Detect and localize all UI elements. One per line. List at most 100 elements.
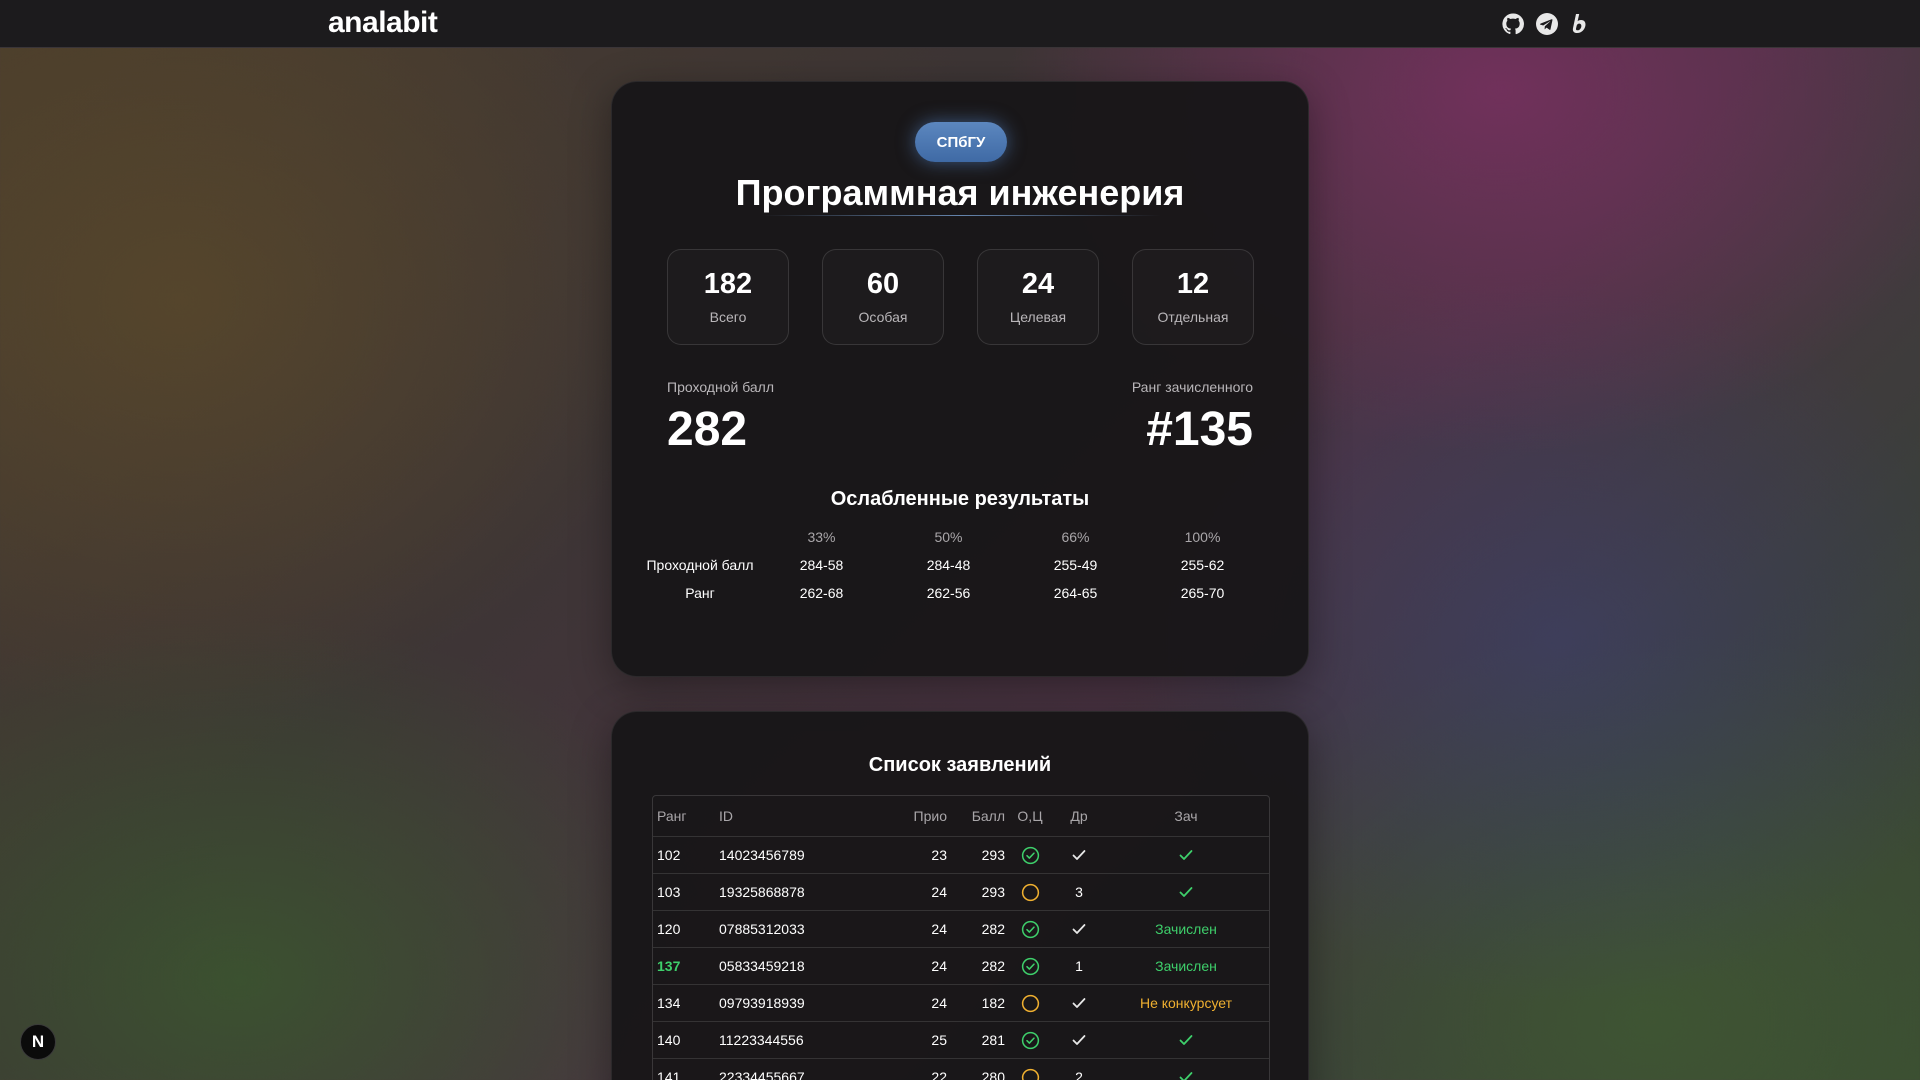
- stat-value: 24: [1021, 268, 1055, 300]
- check-circle-icon: [1007, 1022, 1053, 1058]
- table-row[interactable]: 141 22334455667 22 280 2: [653, 1059, 1269, 1080]
- brand-b-icon[interactable]: [1568, 11, 1594, 37]
- cell-rank: 102: [657, 847, 681, 863]
- weakened-header-row: 33% 50% 66% 100%: [642, 523, 1278, 551]
- cell-score: 182: [981, 995, 1005, 1011]
- table-row[interactable]: 103 19325868878 24 293 3: [653, 874, 1269, 911]
- header-priority[interactable]: Прио: [879, 796, 947, 836]
- table-row[interactable]: 140 11223344556 25 281: [653, 1022, 1269, 1059]
- weakened-row-rank: Ранг 262-68 262-56 264-65 265-70: [642, 579, 1278, 607]
- stat-special: 60 Особая: [822, 249, 944, 345]
- cell-rank: 140: [657, 1032, 681, 1048]
- weakened-cell: 262-68: [799, 585, 844, 601]
- weakened-cell: 284-48: [926, 557, 971, 573]
- weakened-cell: 255-49: [1053, 557, 1098, 573]
- university-badge[interactable]: СПбГУ: [915, 122, 1007, 162]
- cell-other: 3: [1075, 884, 1083, 900]
- header-rank[interactable]: Ранг: [657, 796, 713, 836]
- weakened-column-header: 100%: [1184, 529, 1221, 545]
- passing-score-value: 282: [667, 403, 748, 456]
- weakened-column-header: 50%: [934, 529, 963, 545]
- cell-id[interactable]: 14023456789: [719, 837, 879, 873]
- cell-id[interactable]: 22334455667: [719, 1059, 879, 1080]
- header-enrolled[interactable]: Зач: [1103, 796, 1269, 836]
- enrolled-rank-label: Ранг зачисленного: [1131, 379, 1253, 395]
- table-row[interactable]: 137 05833459218 24 282 1 Зачислен: [653, 948, 1269, 985]
- weakened-results-title: Ослабленные результаты: [830, 488, 1090, 510]
- applications-card: Список заявлений Ранг ID Прио Балл О,Ц Д…: [611, 711, 1309, 1080]
- social-links: [1500, 11, 1594, 37]
- github-icon[interactable]: [1500, 11, 1526, 37]
- stat-total: 182 Всего: [667, 249, 789, 345]
- applications-header-row: Ранг ID Прио Балл О,Ц Др Зач: [653, 796, 1269, 837]
- cell-score: 293: [981, 847, 1005, 863]
- stat-target: 24 Целевая: [977, 249, 1099, 345]
- cell-priority: 23: [931, 847, 947, 863]
- weakened-cell: 284-58: [799, 557, 844, 573]
- cell-rank: 134: [657, 995, 681, 1011]
- stat-label: Целевая: [1009, 309, 1067, 325]
- stat-value: 12: [1176, 268, 1210, 300]
- empty-circle-icon: [1007, 874, 1053, 910]
- cell-priority: 24: [931, 958, 947, 974]
- stat-label: Всего: [709, 309, 747, 325]
- cell-id[interactable]: 05833459218: [719, 948, 879, 984]
- weakened-cell: 264-65: [1053, 585, 1098, 601]
- stat-label: Отдельная: [1157, 309, 1229, 325]
- check-icon: [1103, 1059, 1269, 1080]
- enrollment-status: Зачислен: [1155, 958, 1217, 974]
- cell-rank: 103: [657, 884, 681, 900]
- header-oc[interactable]: О,Ц: [1007, 796, 1053, 836]
- stat-separate: 12 Отдельная: [1132, 249, 1254, 345]
- cell-rank: 141: [657, 1069, 681, 1080]
- cell-id[interactable]: 11223344556: [719, 1022, 879, 1058]
- cell-priority: 24: [931, 921, 947, 937]
- table-row[interactable]: 134 09793918939 24 182 Не конкурсует: [653, 985, 1269, 1022]
- program-card: СПбГУ Программная инженерия 182 Всего 60…: [611, 81, 1309, 677]
- weakened-column-header: 33%: [807, 529, 836, 545]
- table-row[interactable]: 120 07885312033 24 282 Зачислен: [653, 911, 1269, 948]
- logo[interactable]: analabit: [328, 6, 438, 40]
- stat-value: 182: [703, 268, 753, 300]
- stat-value: 60: [866, 268, 900, 300]
- cell-priority: 25: [931, 1032, 947, 1048]
- cell-score: 293: [981, 884, 1005, 900]
- telegram-icon[interactable]: [1534, 11, 1560, 37]
- table-row[interactable]: 102 14023456789 23 293: [653, 837, 1269, 874]
- program-title: Программная инженерия: [735, 172, 1185, 213]
- empty-circle-icon: [1007, 985, 1053, 1021]
- header-other[interactable]: Др: [1055, 796, 1103, 836]
- check-icon: [1055, 1022, 1103, 1058]
- check-circle-icon: [1007, 837, 1053, 873]
- empty-circle-icon: [1007, 1059, 1053, 1080]
- check-icon: [1055, 911, 1103, 947]
- weakened-row-label: Ранг: [685, 585, 715, 601]
- cell-score: 282: [981, 921, 1005, 937]
- weakened-results-table: 33% 50% 66% 100% Проходной балл 284-58 2…: [642, 523, 1278, 607]
- dev-tools-button[interactable]: N: [20, 1024, 56, 1060]
- cell-score: 280: [981, 1069, 1005, 1080]
- weakened-row-label: Проходной балл: [646, 557, 754, 573]
- cell-id[interactable]: 09793918939: [719, 985, 879, 1021]
- passing-score-label: Проходной балл: [667, 379, 775, 395]
- enrollment-status: Не конкурсует: [1139, 995, 1233, 1011]
- cell-score: 282: [981, 958, 1005, 974]
- weakened-cell: 265-70: [1180, 585, 1225, 601]
- cell-other: 1: [1075, 958, 1083, 974]
- cell-rank: 120: [657, 921, 681, 937]
- stat-label: Особая: [858, 309, 908, 325]
- check-icon: [1055, 837, 1103, 873]
- cell-id[interactable]: 07885312033: [719, 911, 879, 947]
- check-icon: [1103, 837, 1269, 873]
- header-score[interactable]: Балл: [947, 796, 1005, 836]
- check-icon: [1103, 874, 1269, 910]
- top-bar: analabit: [0, 0, 1920, 48]
- weakened-row-passing: Проходной балл 284-58 284-48 255-49 255-…: [642, 551, 1278, 579]
- header-id[interactable]: ID: [719, 796, 879, 836]
- cell-priority: 24: [931, 995, 947, 1011]
- applications-title: Список заявлений: [868, 754, 1052, 776]
- cell-id[interactable]: 19325868878: [719, 874, 879, 910]
- check-icon: [1103, 1022, 1269, 1058]
- applications-table: Ранг ID Прио Балл О,Ц Др Зач 102 14023456…: [652, 795, 1270, 1080]
- cell-priority: 22: [931, 1069, 947, 1080]
